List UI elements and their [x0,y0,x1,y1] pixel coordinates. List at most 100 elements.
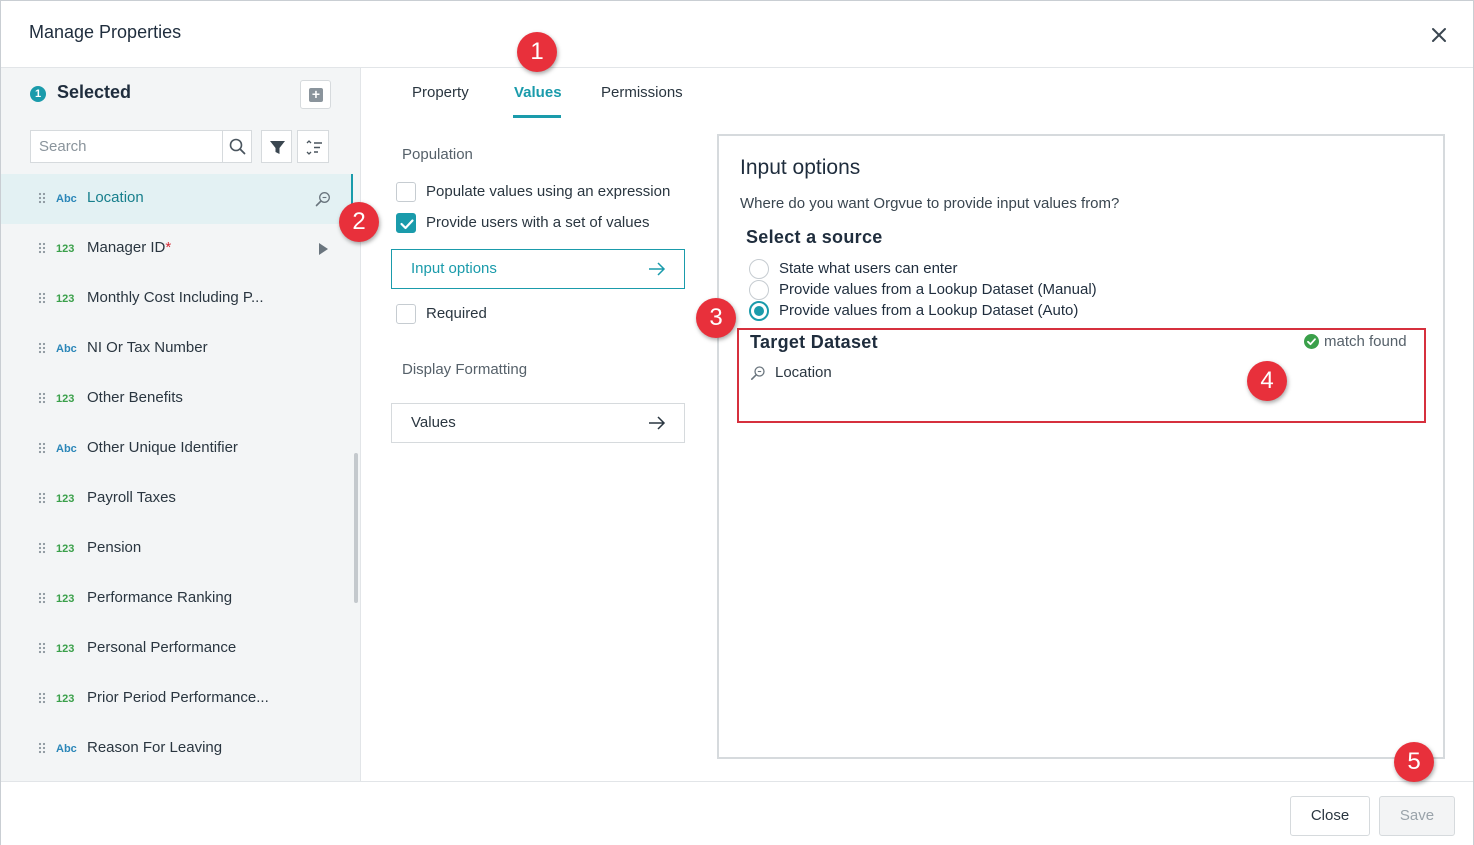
values-button[interactable]: Values [391,403,685,443]
property-row[interactable]: 123 Personal Performance [1,624,353,674]
drag-handle-icon[interactable] [38,442,46,454]
property-name: Performance Ranking [87,589,232,606]
property-name: Monthly Cost Including P... [87,289,263,306]
property-row[interactable]: 123 Pension [1,524,353,574]
save-button[interactable]: Save [1379,796,1455,836]
property-type-tag: 123 [56,493,75,505]
property-row[interactable]: 123 Other Benefits [1,374,353,424]
target-dataset-value[interactable]: Location [775,364,832,381]
property-row[interactable]: 123 Performance Ranking [1,574,353,624]
search-input[interactable] [31,131,221,162]
property-type-tag: Abc [56,343,77,355]
sort-icon [306,140,322,155]
manage-properties-dialog: Manage Properties 1 Selected + Abc Locati… [0,0,1474,845]
property-name: Manager ID* [87,239,171,256]
property-row[interactable]: 123 Payroll Taxes [1,474,353,524]
property-name: Reason For Leaving [87,739,222,756]
tab-permissions[interactable]: Permissions [601,84,683,101]
display-formatting-label: Display Formatting [402,361,528,378]
drag-handle-icon[interactable] [38,642,46,654]
populate-expression-label: Populate values using an expression [426,183,671,200]
lookup-icon[interactable] [314,190,332,208]
callout-1: 1 [517,32,557,72]
property-name: Other Unique Identifier [87,439,238,456]
source-radio-manual[interactable] [749,280,769,300]
sort-button[interactable] [297,130,329,163]
input-options-button[interactable]: Input options [391,249,685,289]
left-scrollbar[interactable] [354,453,358,603]
callout-4: 4 [1247,361,1287,401]
input-options-title: Input options [740,156,861,179]
drag-handle-icon[interactable] [38,492,46,504]
property-name: Pension [87,539,141,556]
drag-handle-icon[interactable] [38,692,46,704]
property-row[interactable]: Abc NI Or Tax Number [1,324,353,374]
arrow-right-icon [649,416,666,430]
search-icon[interactable] [222,131,252,162]
property-name-text: Payroll Taxes [87,489,176,506]
input-options-panel: Input options Where do you want Orgvue t… [717,134,1445,759]
property-type-tag: 123 [56,693,75,705]
dialog-title: Manage Properties [29,22,182,42]
property-name-text: Reason For Leaving [87,739,223,756]
selected-title: Selected [57,82,132,102]
property-row[interactable]: Abc Other Unique Identifier [1,424,353,474]
property-row[interactable]: 123 Manager ID* [1,224,353,274]
search-box [30,130,252,163]
property-name-text: Location [87,189,144,206]
drag-handle-icon[interactable] [38,592,46,604]
drag-handle-icon[interactable] [38,292,46,304]
plus-square-icon: + [309,87,323,102]
close-button[interactable]: Close [1290,796,1370,836]
drag-handle-icon[interactable] [38,542,46,554]
property-type-tag: 123 [56,643,75,655]
property-type-tag: 123 [56,593,75,605]
close-icon[interactable] [1427,23,1451,47]
property-row[interactable]: 123 Monthly Cost Including P... [1,274,353,324]
property-name: Location [87,189,144,206]
drag-handle-icon[interactable] [38,742,46,754]
property-name-text: Manager ID [87,239,166,256]
property-row[interactable]: 123 Prior Period Performance... [1,674,353,724]
property-row[interactable]: Abc Reason For Leaving [1,724,353,774]
drag-handle-icon[interactable] [38,242,46,254]
property-name-text: Personal Performance [87,639,237,656]
drag-handle-icon[interactable] [38,342,46,354]
values-button-label: Values [411,414,456,431]
select-source-title: Select a source [746,227,883,247]
source-radio-state[interactable] [749,259,769,279]
source-radio-auto[interactable] [749,301,769,321]
drag-handle-icon[interactable] [38,192,46,204]
property-name-text: Other Benefits [87,389,183,406]
play-arrow-icon[interactable] [314,240,332,258]
property-row[interactable]: Abc Location [1,174,353,224]
callout-2: 2 [339,202,379,242]
property-name: Other Benefits [87,389,183,406]
input-options-label: Input options [411,260,497,277]
checkmark-icon [400,219,414,230]
selected-count-badge: 1 [30,86,46,102]
tab-bar: Property Values Permissions [362,68,1462,120]
provide-set-checkbox[interactable] [396,213,416,233]
filter-icon [270,141,285,154]
property-type-tag: Abc [56,743,77,755]
source-label-state: State what users can enter [779,260,958,277]
filter-button[interactable] [261,130,292,163]
required-checkbox[interactable] [396,304,416,324]
property-name-text: Pension [87,539,142,556]
tab-values[interactable]: Values [514,84,562,101]
property-name-text: Performance Ranking [87,589,233,606]
property-type-tag: 123 [56,243,75,255]
callout-5: 5 [1394,742,1434,782]
property-name-text: Other Unique Identifier [87,439,238,456]
populate-expression-checkbox[interactable] [396,182,416,202]
target-dataset-highlight: Target Dataset match found Location [737,328,1426,423]
property-type-tag: 123 [56,293,75,305]
required-marker: * [165,239,172,256]
source-label-auto: Provide values from a Lookup Dataset (Au… [779,302,1079,319]
tab-property[interactable]: Property [412,84,469,101]
drag-handle-icon[interactable] [38,392,46,404]
input-options-description: Where do you want Orgvue to provide inpu… [740,195,1120,212]
property-name: Prior Period Performance... [87,689,269,706]
add-property-button[interactable]: + [300,80,331,109]
